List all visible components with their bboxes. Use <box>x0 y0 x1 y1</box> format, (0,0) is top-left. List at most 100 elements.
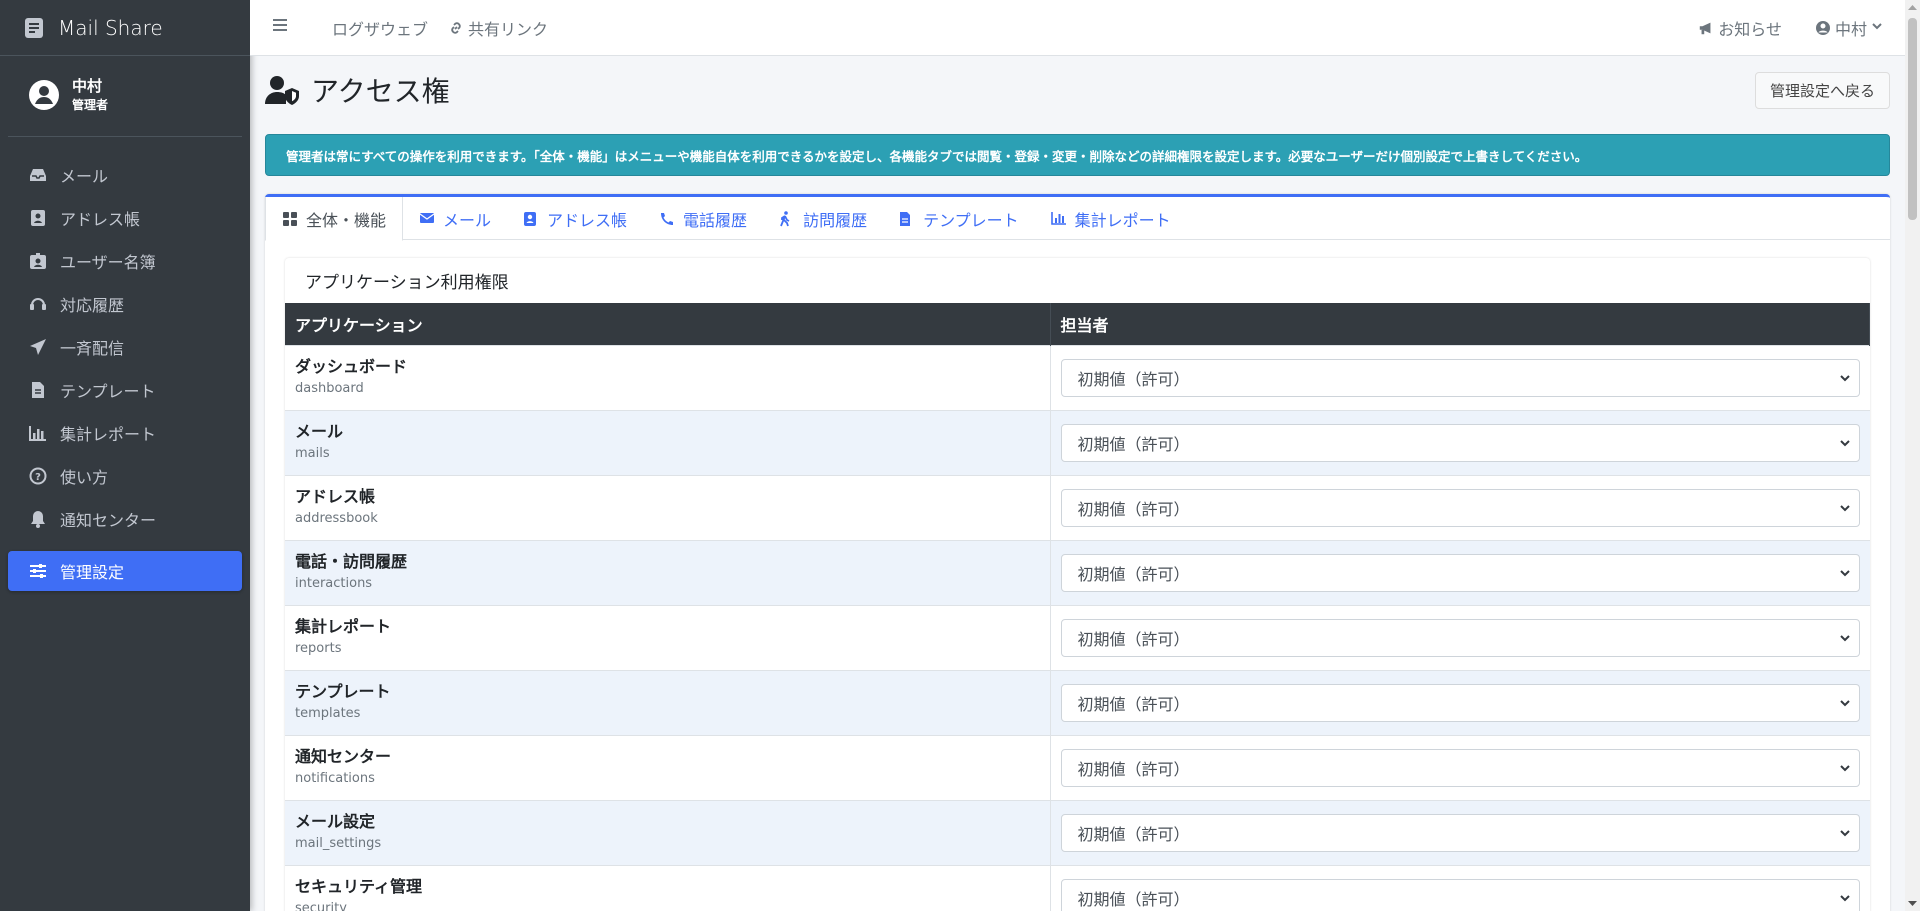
sidebar-item-broadcast[interactable]: 一斉配信 <box>8 327 242 367</box>
app-name: 集計レポート <box>295 616 392 636</box>
user-role: 管理者 <box>72 98 109 112</box>
chevron-down-icon <box>1839 437 1851 449</box>
column-header-application: アプリケーション <box>285 303 1051 345</box>
sidebar-item-help[interactable]: ? 使い方 <box>8 456 242 496</box>
user-menu-label: 中村 <box>1834 19 1867 39</box>
tab-label: 全体・機能 <box>306 210 387 230</box>
page-title-text: アクセス権 <box>311 75 450 108</box>
tab-label: 電話履歴 <box>683 210 748 230</box>
sidebar-item-user-directory[interactable]: ユーザー名簿 <box>8 241 242 281</box>
app-name: アドレス帳 <box>295 486 376 506</box>
chart-icon <box>28 423 48 443</box>
sidebar-item-addressbook[interactable]: アドレス帳 <box>8 198 242 238</box>
select-value: 初期値（許可） <box>1077 564 1190 584</box>
sidebar-item-label: 対応履歴 <box>60 296 125 315</box>
sidebar-item-label: 管理設定 <box>60 563 125 582</box>
sidebar-item-reports[interactable]: 集計レポート <box>8 413 242 453</box>
permission-select[interactable]: 初期値（許可） <box>1060 488 1860 527</box>
notice-link[interactable]: お知らせ <box>1698 16 1782 40</box>
back-to-admin-settings-button[interactable]: 管理設定へ戻る <box>1754 71 1890 109</box>
scrollbar-thumb[interactable] <box>1908 18 1917 220</box>
table-header-row: アプリケーション 担当者 <box>285 303 1870 345</box>
sliders-icon <box>28 561 48 581</box>
top-link-shared-links[interactable]: 共有リンク <box>448 16 548 40</box>
tab-general-features[interactable]: 全体・機能 <box>265 197 404 241</box>
permission-select[interactable]: 初期値（許可） <box>1060 748 1860 787</box>
tab-visit-history[interactable]: 訪問履歴 <box>763 197 883 240</box>
brand[interactable]: Mail Share <box>0 0 250 56</box>
top-link-log-the-web[interactable]: ログザウェブ <box>332 16 428 40</box>
tab-label: 訪問履歴 <box>803 210 868 230</box>
headset-icon <box>28 294 48 314</box>
chevron-down-icon <box>1839 827 1851 839</box>
app-key: security <box>295 900 347 911</box>
sidebar-item-admin-settings[interactable]: 管理設定 <box>8 551 242 591</box>
scroll-down-arrow-icon[interactable] <box>1908 899 1917 908</box>
permission-cell: 初期値（許可） <box>1050 474 1870 540</box>
question-circle-icon: ? <box>28 466 48 486</box>
sidebar-item-label: 通知センター <box>60 511 157 530</box>
permission-select[interactable]: 初期値（許可） <box>1060 358 1860 397</box>
permission-select[interactable]: 初期値（許可） <box>1060 618 1860 657</box>
permission-cell: 初期値（許可） <box>1050 539 1870 605</box>
permission-select[interactable]: 初期値（許可） <box>1060 423 1860 462</box>
app-cell: セキュリティ管理 security <box>285 864 1051 911</box>
table-row: 集計レポート reports 初期値（許可） <box>285 604 1870 670</box>
id-badge-icon <box>28 251 48 271</box>
app-name: メール設定 <box>295 811 376 831</box>
permission-select[interactable]: 初期値（許可） <box>1060 683 1860 722</box>
user-circle-icon <box>1815 20 1831 36</box>
app-name: テンプレート <box>295 681 391 701</box>
permission-cell: 初期値（許可） <box>1050 344 1870 410</box>
info-alert: 管理者は常にすべての操作を利用できます。「全体・機能」はメニューや機能自体を利用… <box>265 134 1890 176</box>
user-menu[interactable]: 中村 <box>1815 16 1887 40</box>
chevron-down-icon <box>1871 20 1887 36</box>
select-value: 初期値（許可） <box>1077 694 1190 714</box>
app-cell: テンプレート templates <box>285 669 1051 735</box>
app-key: dashboard <box>295 380 364 396</box>
permission-select[interactable]: 初期値（許可） <box>1060 553 1860 592</box>
app-cell: メール mails <box>285 409 1051 475</box>
select-value: 初期値（許可） <box>1077 759 1190 779</box>
sidebar-item-notifications[interactable]: 通知センター <box>8 499 242 539</box>
permission-select[interactable]: 初期値（許可） <box>1060 813 1860 852</box>
app-name: 電話・訪問履歴 <box>295 551 408 571</box>
page-scrollbar[interactable] <box>1905 0 1920 911</box>
sidebar-item-label: メール <box>60 167 109 186</box>
app-key: templates <box>295 705 361 721</box>
permission-cell: 初期値（許可） <box>1050 864 1870 911</box>
tab-label: メール <box>443 210 492 230</box>
topbar: ログザウェブ 共有リンク お知らせ 中村 <box>250 0 1905 56</box>
phone-icon <box>659 211 675 227</box>
file-icon <box>28 380 48 400</box>
address-book-icon <box>28 208 48 228</box>
scroll-up-arrow-icon[interactable] <box>1908 3 1917 12</box>
sidebar-nav: メール アドレス帳 ユーザー名簿 対応履歴 一斉配信 テンプレート 集計レポート… <box>0 137 250 591</box>
app-cell: 集計レポート reports <box>285 604 1051 670</box>
link-icon <box>448 20 464 36</box>
app-key: interactions <box>295 575 373 591</box>
chevron-down-icon <box>1839 762 1851 774</box>
main-content: アクセス権 管理設定へ戻る 管理者は常にすべての操作を利用できます。「全体・機能… <box>265 56 1890 911</box>
page-header: アクセス権 管理設定へ戻る <box>265 56 1890 124</box>
tab-reports[interactable]: 集計レポート <box>1035 197 1187 240</box>
bell-icon <box>28 509 48 529</box>
tab-phone-history[interactable]: 電話履歴 <box>643 197 763 240</box>
app-permissions-heading: アプリケーション利用権限 <box>305 273 509 293</box>
tab-templates[interactable]: テンプレート <box>883 197 1035 240</box>
sidebar-item-label: アドレス帳 <box>60 210 141 229</box>
select-value: 初期値（許可） <box>1077 889 1190 909</box>
permission-select[interactable]: 初期値（許可） <box>1060 878 1860 911</box>
sidebar-item-history[interactable]: 対応履歴 <box>8 284 242 324</box>
sidebar-item-label: 集計レポート <box>60 425 157 444</box>
user-panel[interactable]: 中村 管理者 <box>8 56 242 137</box>
permission-cell: 初期値（許可） <box>1050 669 1870 735</box>
topbar-right: お知らせ 中村 <box>1665 16 1887 40</box>
tab-mail[interactable]: メール <box>403 197 507 240</box>
table-row: メール mails 初期値（許可） <box>285 409 1870 475</box>
tab-addressbook[interactable]: アドレス帳 <box>507 197 643 240</box>
sidebar-item-templates[interactable]: テンプレート <box>8 370 242 410</box>
file-icon <box>899 211 915 227</box>
hamburger-menu-icon[interactable] <box>272 18 292 38</box>
sidebar-item-mail[interactable]: メール <box>8 155 242 195</box>
